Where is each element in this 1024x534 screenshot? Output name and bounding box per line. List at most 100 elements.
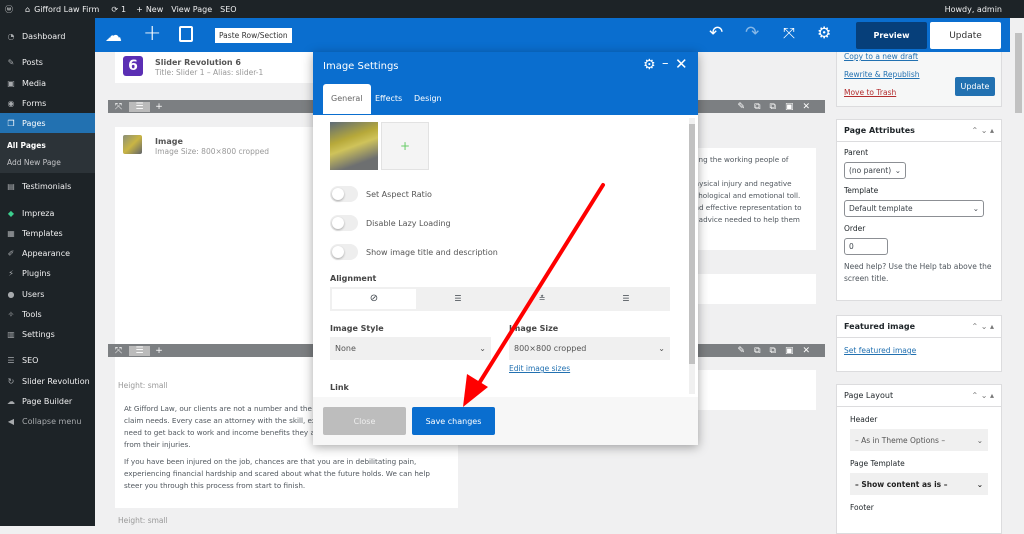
wrench-icon: ✧ — [7, 309, 15, 319]
howdy-link[interactable]: Howdy, admin — [945, 5, 1002, 14]
sidebar-item-impreza[interactable]: ◆ Impreza — [0, 203, 95, 223]
tab-general[interactable]: General — [323, 84, 371, 114]
image-size-select[interactable]: 800×800 cropped ⌄ — [509, 337, 670, 360]
modal-scrollbar[interactable] — [689, 118, 695, 394]
sidebar-item-users[interactable]: ● Users — [0, 284, 95, 304]
expand-icon[interactable]: ⤧ — [108, 102, 129, 112]
parent-select[interactable]: (no parent) ⌄ — [844, 162, 906, 179]
page-scrollbar[interactable] — [1013, 18, 1024, 526]
sidebar-item-templates[interactable]: ▦ Templates — [0, 223, 95, 243]
empty-element[interactable] — [688, 370, 816, 410]
image-subtitle: Image Size: 800×800 cropped — [155, 147, 270, 156]
page-template-select[interactable]: – Show content as is – ⌄ — [850, 473, 988, 495]
sidebar-item-forms[interactable]: ◉ Forms — [0, 93, 95, 113]
sidebar-item-media[interactable]: ▣ Media — [0, 73, 95, 93]
add-icon[interactable]: + — [150, 102, 168, 112]
show-title-toggle[interactable] — [330, 244, 358, 260]
toggle-label: Disable Lazy Loading — [366, 219, 451, 228]
fullscreen-icon[interactable]: ⤧ — [783, 24, 795, 42]
paste-row-button[interactable]: Paste Row/Section — [215, 28, 292, 43]
empty-element[interactable] — [688, 274, 816, 304]
align-left-icon[interactable]: ☰ — [416, 289, 500, 309]
height-label: Height: small — [118, 516, 168, 525]
expand-icon[interactable]: ⤧ — [108, 346, 129, 356]
rewrite-link[interactable]: Rewrite & Republish — [844, 70, 920, 79]
lazy-loading-toggle[interactable] — [330, 215, 358, 231]
set-featured-image-link[interactable]: Set featured image — [837, 338, 1001, 363]
template-select[interactable]: Default template ⌄ — [844, 200, 984, 217]
row-actions-icons[interactable]: ✎⧉⧉▣✕ — [738, 102, 819, 112]
image-element[interactable]: Image Image Size: 800×800 cropped — [115, 127, 315, 161]
row-actions-icons[interactable]: ✎⧉⧉▣✕ — [738, 346, 819, 356]
columns-icon[interactable]: ☰ — [129, 101, 150, 112]
close-button[interactable]: Close — [323, 407, 406, 435]
sidebar-item-appearance[interactable]: ✐ Appearance — [0, 243, 95, 263]
order-input[interactable]: 0 — [844, 238, 888, 255]
update-button-secondary[interactable]: Update — [955, 77, 995, 96]
align-center-icon[interactable]: ≛ — [500, 289, 584, 309]
collapse-icon: ◀ — [7, 416, 15, 426]
help-text: Need help? Use the Help tab above the sc… — [844, 262, 992, 283]
wordpress-logo-icon[interactable]: ⓦ — [5, 4, 13, 15]
height-label: Height: small — [118, 381, 168, 390]
updates-count[interactable]: 1 — [121, 5, 126, 14]
sidebar-item-tools[interactable]: ✧ Tools — [0, 304, 95, 324]
gear-icon[interactable]: ⚙ — [643, 57, 656, 73]
edit-image-sizes-link[interactable]: Edit image sizes — [509, 364, 570, 373]
new-link[interactable]: New — [146, 5, 163, 14]
submenu-all-pages[interactable]: All Pages — [7, 141, 46, 150]
cloud-icon[interactable]: ☁ — [105, 26, 122, 46]
box-title: Page Layout — [844, 391, 894, 400]
submenu-add-new-page[interactable]: Add New Page — [7, 158, 61, 167]
tab-effects[interactable]: Effects — [367, 84, 410, 114]
image-size-label: Image Size — [509, 324, 559, 333]
sidebar-item-settings[interactable]: ▥ Settings — [0, 324, 95, 344]
align-none-icon[interactable]: ⊘ — [332, 289, 416, 309]
columns-icon[interactable]: ☰ — [129, 345, 150, 356]
view-page-link[interactable]: View Page — [171, 5, 212, 14]
redo-icon[interactable]: ↷ — [745, 23, 759, 43]
sidebar-item-plugins[interactable]: ⚡ Plugins — [0, 263, 95, 283]
sidebar-item-posts[interactable]: ✎ Posts — [0, 52, 95, 72]
undo-icon[interactable]: ↶ — [709, 23, 723, 43]
sidebar-item-slider-revolution[interactable]: ↻ Slider Revolution — [0, 371, 95, 391]
admin-bar: ⓦ ⌂ Gifford Law Firm ⟳ 1 + New View Page… — [0, 0, 1024, 18]
updates-icon[interactable]: ⟳ — [111, 5, 118, 14]
copy-draft-link[interactable]: Copy to a new draft — [844, 52, 918, 61]
minimize-icon[interactable]: – — [662, 56, 669, 71]
box-controls-icon[interactable]: ⌃ ⌄ ▴ — [971, 322, 994, 331]
text-element[interactable]: sting the working people of physical inj… — [688, 148, 816, 250]
image-style-select[interactable]: None ⌄ — [330, 337, 491, 360]
header-label: Header — [850, 415, 878, 424]
sidebar-item-testimonials[interactable]: ▤ Testimonials — [0, 176, 95, 196]
aspect-ratio-toggle[interactable] — [330, 186, 358, 202]
settings-gear-icon[interactable]: ⚙ — [817, 23, 831, 42]
preview-button[interactable]: Preview — [856, 22, 927, 49]
close-icon[interactable]: ✕ — [675, 55, 688, 73]
box-controls-icon[interactable]: ⌃ ⌄ ▴ — [971, 391, 994, 400]
add-image-button[interactable]: + — [381, 122, 429, 170]
sidebar-item-page-builder[interactable]: ☁ Page Builder — [0, 391, 95, 411]
sidebar-item-dashboard[interactable]: ◔ Dashboard — [0, 26, 95, 46]
layout-icon[interactable] — [179, 26, 193, 42]
add-icon[interactable]: + — [150, 346, 168, 356]
tab-design[interactable]: Design — [406, 84, 450, 114]
update-button[interactable]: Update — [930, 22, 1001, 49]
save-changes-button[interactable]: Save changes — [412, 407, 495, 435]
chevron-down-icon: ⌄ — [976, 479, 983, 489]
collapse-menu-button[interactable]: ◀ Collapse menu — [0, 411, 95, 431]
add-icon[interactable]: + — [143, 21, 161, 46]
site-name-link[interactable]: Gifford Law Firm — [34, 5, 99, 14]
text-line: and effective representation to — [690, 203, 802, 212]
trash-link[interactable]: Move to Trash — [844, 88, 896, 97]
value: – Show content as is – — [855, 479, 948, 489]
header-select[interactable]: – As in Theme Options – ⌄ — [850, 429, 988, 451]
align-right-icon[interactable]: ☰ — [584, 289, 668, 309]
sidebar-item-pages[interactable]: ❐ Pages — [0, 113, 95, 133]
selected-image-thumbnail[interactable] — [330, 122, 378, 170]
seo-link[interactable]: SEO — [220, 5, 236, 14]
text-line: physical injury and negative — [690, 179, 792, 188]
sidebar-item-seo[interactable]: ☰ SEO — [0, 350, 95, 370]
box-controls-icon[interactable]: ⌃ ⌄ ▴ — [971, 126, 994, 135]
template-label: Template — [844, 186, 879, 195]
